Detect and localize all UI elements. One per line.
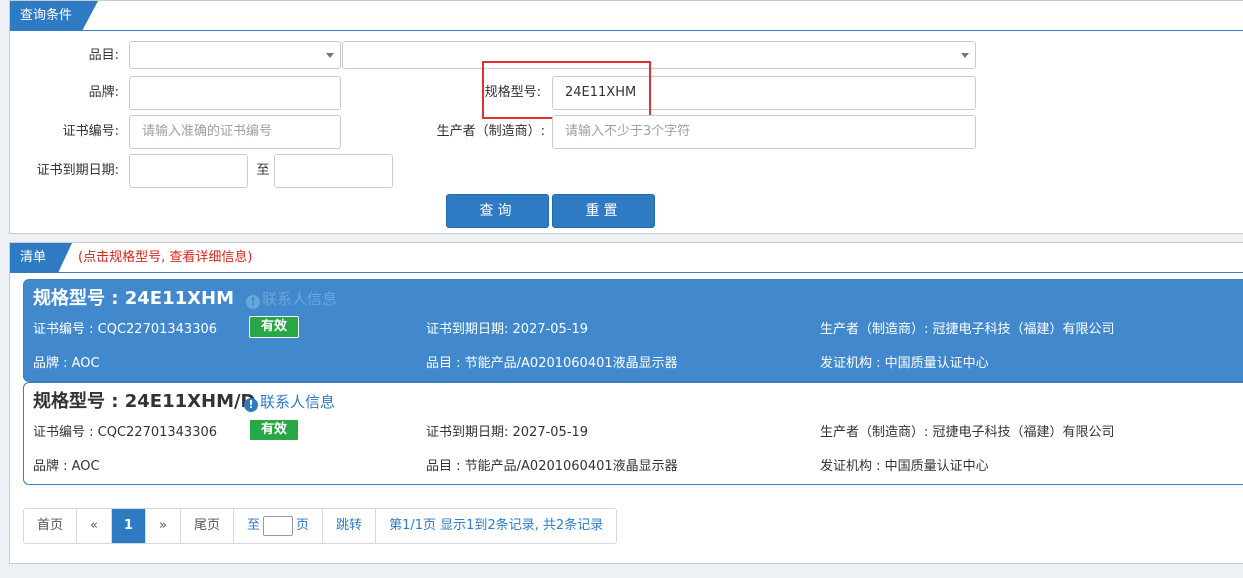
brand: 品牌 : AOC bbox=[33, 459, 100, 474]
model-link[interactable]: 规格型号 : 24E11XHM/D bbox=[33, 389, 256, 415]
list-hint: (点击规格型号, 查看详细信息) bbox=[78, 250, 253, 265]
category: 品目 : 节能产品/A0201060401液晶显示器 bbox=[426, 356, 678, 371]
page-summary: 第1/1页 显示1到2条记录, 共2条记录 bbox=[389, 518, 604, 533]
expiry-separator: 至 bbox=[256, 163, 270, 178]
reset-button[interactable]: 重置 bbox=[552, 194, 655, 228]
category-select-secondary[interactable] bbox=[342, 41, 976, 69]
tab-label: 清单 bbox=[20, 250, 47, 265]
last-page-button[interactable]: 尾页 bbox=[181, 509, 235, 543]
pagination: 首页 « 1 » 尾页 至页 跳转 第1/1页 显示1到2条记录, 共2条记录 bbox=[23, 508, 618, 544]
category-label: 品目: bbox=[88, 48, 119, 63]
list-panel-header: 清单 (点击规格型号, 查看详细信息) bbox=[10, 243, 1243, 273]
manufacturer-label: 生产者（制造商）: bbox=[436, 124, 545, 139]
issuer: 发证机构 : 中国质量认证中心 bbox=[820, 356, 989, 371]
manufacturer: 生产者（制造商）: 冠捷电子科技（福建）有限公司 bbox=[820, 322, 1115, 337]
cert-no: 证书编号 : CQC22701343306 bbox=[33, 425, 218, 440]
result-card[interactable]: 规格型号 : 24E11XHM ! 联系人信息 证书编号 : CQC2270134… bbox=[23, 279, 1243, 382]
expiry-date: 证书到期日期: 2027-05-19 bbox=[426, 322, 589, 337]
expiry-label: 证书到期日期: bbox=[36, 163, 119, 178]
goto-page-input[interactable] bbox=[263, 515, 294, 536]
current-page-button[interactable]: 1 bbox=[111, 509, 147, 543]
info-icon: ! bbox=[244, 398, 258, 412]
brand: 品牌 : AOC bbox=[33, 356, 100, 371]
cert-no: 证书编号 : CQC22701343306 bbox=[33, 322, 218, 337]
category: 品目 : 节能产品/A0201060401液晶显示器 bbox=[426, 459, 678, 474]
tab-list[interactable]: 清单 bbox=[10, 243, 72, 273]
jump-button[interactable]: 跳转 bbox=[323, 509, 377, 543]
category-select-primary[interactable] bbox=[129, 41, 341, 69]
query-button[interactable]: 查询 bbox=[446, 194, 549, 228]
tab-label: 查询条件 bbox=[20, 8, 73, 23]
status-badge: 有效 bbox=[249, 419, 299, 441]
query-panel: 查询条件 品目: 品牌: 规格型号: 24E11XHM 证书编号: 请输入准确的… bbox=[9, 0, 1243, 234]
query-panel-header: 查询条件 bbox=[10, 1, 1243, 31]
contact-info-link[interactable]: ! 联系人信息 bbox=[244, 391, 335, 413]
model-link[interactable]: 规格型号 : 24E11XHM bbox=[33, 286, 234, 312]
tab-query-conditions[interactable]: 查询条件 bbox=[10, 1, 98, 31]
brand-input[interactable] bbox=[129, 76, 341, 110]
highlight-box bbox=[482, 61, 651, 119]
chevron-down-icon bbox=[326, 53, 334, 58]
brand-label: 品牌: bbox=[88, 85, 119, 100]
first-page-button[interactable]: 首页 bbox=[24, 509, 78, 543]
goto-page-group: 至页 bbox=[234, 509, 324, 543]
list-panel: 清单 (点击规格型号, 查看详细信息) 规格型号 : 24E11XHM ! 联系人… bbox=[9, 242, 1243, 564]
contact-info-link[interactable]: ! 联系人信息 bbox=[246, 288, 337, 310]
issuer: 发证机构 : 中国质量认证中心 bbox=[820, 459, 989, 474]
manufacturer-input[interactable]: 请输入不少于3个字符 bbox=[552, 115, 976, 149]
result-card[interactable]: 规格型号 : 24E11XHM/D ! 联系人信息 证书编号 : CQC22701… bbox=[23, 382, 1243, 485]
cert-no-input[interactable]: 请输入准确的证书编号 bbox=[129, 115, 341, 149]
info-icon: ! bbox=[246, 295, 260, 309]
expiry-to-input[interactable] bbox=[274, 154, 393, 188]
expiry-date: 证书到期日期: 2027-05-19 bbox=[426, 425, 589, 440]
expiry-from-input[interactable] bbox=[129, 154, 248, 188]
next-page-button[interactable]: » bbox=[146, 509, 181, 543]
manufacturer: 生产者（制造商）: 冠捷电子科技（福建）有限公司 bbox=[820, 425, 1115, 440]
cert-no-label: 证书编号: bbox=[62, 124, 119, 139]
chevron-down-icon bbox=[961, 53, 969, 58]
status-badge: 有效 bbox=[249, 316, 299, 338]
prev-page-button[interactable]: « bbox=[77, 509, 112, 543]
